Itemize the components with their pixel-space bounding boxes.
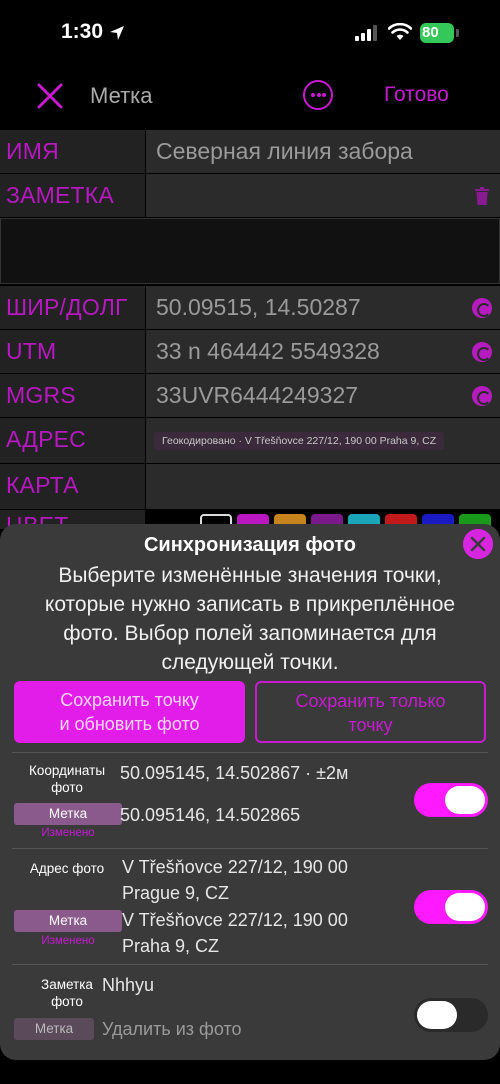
photo-note-value: Nhhyu — [102, 975, 155, 995]
sync-row-address: Адрес фото V Třešňovce 227/12, 190 00 Pr… — [12, 854, 488, 960]
primary-button-line1: Сохранить точку — [60, 690, 199, 710]
map-row: КАРТА — [0, 464, 500, 510]
save-point-and-update-photo-button[interactable]: Сохранить точку и обновить фото — [14, 681, 245, 743]
photo-address-line1: V Třešňovce 227/12, 190 00 — [122, 857, 348, 877]
utm-field[interactable]: 33 n 464442 5549328 — [146, 330, 500, 373]
changed-label: Изменено — [41, 827, 95, 839]
modal-description: Выберите изменённые значения точки, кото… — [44, 564, 456, 674]
status-time: 1:30 — [61, 20, 104, 43]
photo-address-line2: Prague 9, CZ — [122, 883, 230, 903]
battery-cap — [456, 29, 459, 37]
latlon-label: ШИР/ДОЛГ — [0, 286, 145, 329]
page-title: Метка — [90, 83, 153, 108]
metka-chip: Метка — [14, 910, 122, 932]
primary-button-line2: и обновить фото — [59, 714, 200, 734]
address-toggle[interactable] — [414, 890, 488, 924]
name-label: ИМЯ — [0, 130, 145, 173]
secondary-button-line2: точку — [348, 715, 393, 735]
sync-label-coordinates: Координаты фото — [12, 762, 122, 796]
copy-latlon-icon[interactable] — [472, 298, 492, 318]
trash-icon[interactable] — [474, 186, 490, 206]
location-arrow-icon — [110, 26, 124, 40]
point-address-value: V Třešňovce 227/12, 190 00 Praha 9, CZ — [122, 907, 348, 959]
address-row: АДРЕС Геокодировано · V Třešňovce 227/12… — [0, 418, 500, 464]
battery-indicator: 80 — [420, 23, 454, 43]
close-icon[interactable] — [36, 82, 64, 110]
note-header-cell — [146, 174, 500, 217]
note-toggle[interactable] — [414, 998, 488, 1032]
address-field: Геокодировано · V Třešňovce 227/12, 190 … — [146, 418, 500, 463]
more-options-icon[interactable] — [303, 80, 333, 110]
utm-label: UTM — [0, 330, 145, 373]
metka-chip: Метка — [14, 803, 122, 825]
sync-row-note: Заметка фото Nhhyu Метка Удалить из фото — [12, 972, 488, 1044]
status-bar: 1:30 80 — [0, 0, 500, 66]
photo-address-value: V Třešňovce 227/12, 190 00 Prague 9, CZ — [122, 854, 348, 906]
coordinates-toggle[interactable] — [414, 783, 488, 817]
metka-chip: Метка — [14, 1018, 94, 1040]
photo-sync-modal: Синхронизация фото Выберите изменённые з… — [0, 524, 500, 1060]
point-coordinates-value: 50.095146, 14.502865 — [120, 805, 301, 825]
copy-mgrs-icon[interactable] — [472, 386, 492, 406]
done-button[interactable]: Готово — [384, 83, 449, 107]
sync-row-coordinates: Координаты фото 50.095145, 14.502867 · ±… — [12, 760, 488, 846]
point-address-line2: Praha 9, CZ — [122, 936, 220, 956]
point-address-line1: V Třešňovce 227/12, 190 00 — [122, 910, 348, 930]
utm-row: UTM 33 n 464442 5549328 — [0, 330, 500, 374]
cellular-signal-icon — [355, 25, 377, 41]
point-note-value: Удалить из фото — [102, 1019, 242, 1039]
latlon-field[interactable]: 50.09515, 14.50287 — [146, 286, 500, 329]
sync-label-line1: Координаты — [28, 763, 106, 778]
copy-utm-icon[interactable] — [472, 342, 492, 362]
name-field[interactable]: Северная линия забора — [146, 130, 500, 173]
wifi-icon — [388, 23, 412, 40]
note-textarea[interactable] — [0, 218, 500, 284]
map-field[interactable] — [146, 464, 500, 509]
name-row: ИМЯ Северная линия забора — [0, 130, 500, 174]
changed-label: Изменено — [41, 935, 95, 947]
note-label: ЗАМЕТКА — [0, 174, 145, 217]
sync-label-address: Адрес фото — [29, 861, 105, 876]
photo-coordinates-value: 50.095145, 14.502867 · ±2м — [120, 763, 349, 783]
divider — [12, 848, 488, 849]
address-label: АДРЕС — [0, 418, 145, 463]
nav-bar: Метка Готово — [0, 66, 500, 130]
sync-label-line2: фото — [51, 780, 83, 795]
mgrs-label: MGRS — [0, 374, 145, 417]
map-label: КАРТА — [0, 464, 145, 509]
modal-title: Синхронизация фото — [143, 534, 357, 556]
save-point-only-button[interactable]: Сохранить только точку — [255, 681, 486, 743]
note-row: ЗАМЕТКА — [0, 174, 500, 218]
secondary-button-line1: Сохранить только — [295, 691, 446, 711]
geocoded-address-chip[interactable]: Геокодировано · V Třešňovce 227/12, 190 … — [154, 432, 445, 450]
mgrs-field[interactable]: 33UVR6444249327 — [146, 374, 500, 417]
mgrs-row: MGRS 33UVR6444249327 — [0, 374, 500, 418]
divider — [12, 964, 488, 965]
divider — [12, 752, 488, 753]
latlon-row: ШИР/ДОЛГ 50.09515, 14.50287 — [0, 286, 500, 330]
